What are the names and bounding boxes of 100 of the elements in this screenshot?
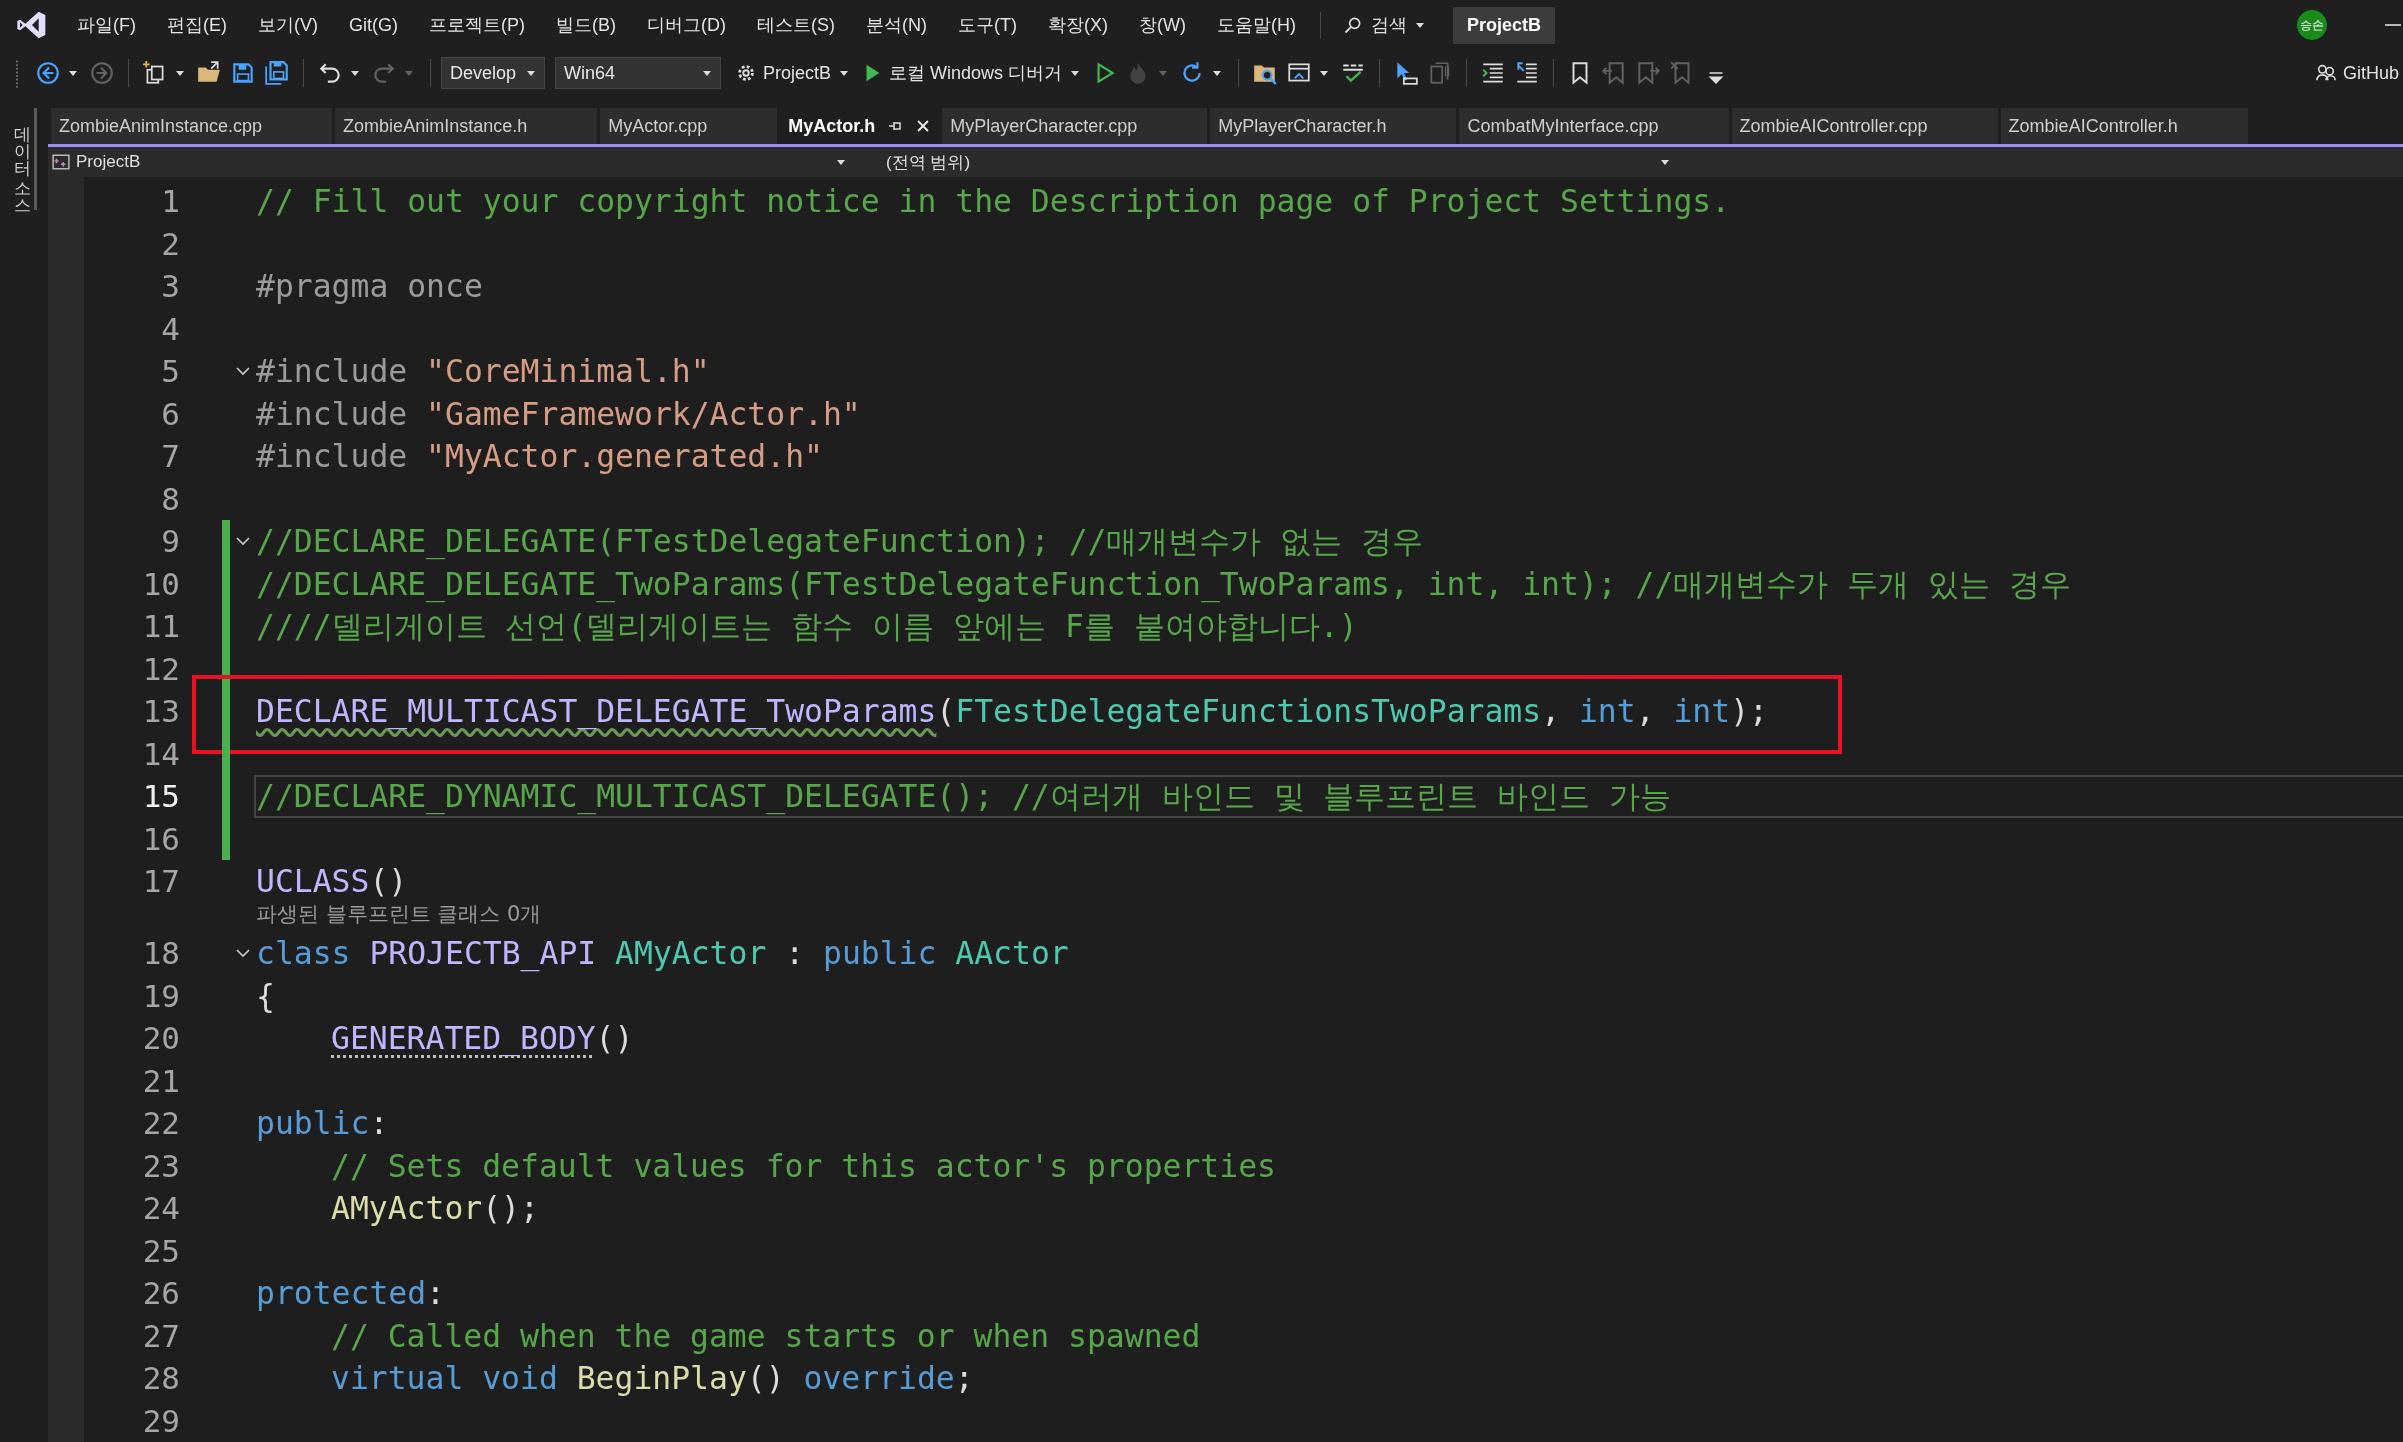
line-number: 11 bbox=[141, 607, 181, 646]
menu-item[interactable]: 파일(F) bbox=[62, 13, 152, 37]
tab-label: MyActor.cpp bbox=[608, 115, 708, 137]
tab-label: CombatMyInterface.cpp bbox=[1467, 115, 1659, 137]
line-number: 23 bbox=[141, 1146, 181, 1186]
collapse-icon[interactable] bbox=[236, 948, 250, 959]
grip-handle[interactable] bbox=[14, 58, 20, 88]
line-number: 3 bbox=[160, 267, 181, 306]
tab-label: ZombieAnimInstance.cpp bbox=[59, 115, 263, 137]
code-line: // Called when the game starts or when spawned bbox=[330, 1316, 1201, 1356]
code-line: DECLARE_MULTICAST_DELEGATE_TwoParams(FTestDelegateFunctionsTwoParams, int, int); bbox=[256, 692, 1768, 732]
collapse-icon[interactable] bbox=[236, 536, 250, 547]
file-tab[interactable]: ZombieAnimInstance.cpp bbox=[51, 108, 333, 144]
line-number: 20 bbox=[141, 1019, 181, 1058]
menu-item[interactable]: Git(G) bbox=[334, 14, 414, 36]
line-number: 10 bbox=[141, 564, 181, 604]
line-number: 28 bbox=[141, 1359, 181, 1398]
side-tab[interactable]: 데이터 소스 bbox=[11, 108, 37, 210]
file-tab[interactable]: MyPlayerCharacter.cpp bbox=[942, 108, 1208, 144]
menu-item[interactable]: 프로젝트(P) bbox=[414, 13, 541, 37]
caret-icon bbox=[1660, 157, 1670, 167]
code-line: GENERATED_BODY() bbox=[330, 1019, 634, 1059]
caret-icon bbox=[526, 68, 537, 78]
code-line: //DECLARE_DELEGATE(FTestDelegateFunction); //매개변수가 없는 경우 bbox=[256, 522, 1424, 562]
scope-name: (전역 범위) bbox=[886, 151, 971, 174]
code-line: #include "MyActor.generated.h" bbox=[256, 437, 823, 477]
startup-project-button[interactable]: ProjectB bbox=[731, 62, 836, 84]
caret-icon[interactable] bbox=[1212, 68, 1223, 78]
menu-item[interactable]: 테스트(S) bbox=[742, 13, 851, 37]
search-button[interactable]: 검색 bbox=[1334, 13, 1433, 37]
line-number: 6 bbox=[160, 394, 181, 434]
tab-label: MyActor.h bbox=[788, 115, 876, 137]
code-line: AMyActor(); bbox=[330, 1189, 539, 1229]
line-number: 18 bbox=[141, 934, 181, 973]
project-dropdown[interactable]: ProjectB bbox=[48, 147, 852, 177]
code-line: class PROJECTB_API AMyActor : public AActor bbox=[256, 934, 1069, 974]
file-tab[interactable]: ZombieAIController.h bbox=[2000, 108, 2248, 144]
account-avatar[interactable]: 승손 bbox=[2297, 10, 2327, 40]
code-line: public: bbox=[256, 1104, 389, 1144]
line-number: 1 bbox=[160, 182, 181, 221]
collapse-icon[interactable] bbox=[236, 366, 250, 377]
file-tab[interactable]: MyActor.cpp bbox=[600, 108, 778, 144]
line-number: 9 bbox=[160, 522, 181, 561]
menu-item[interactable]: 분석(N) bbox=[851, 13, 943, 37]
code-line: virtual void BeginPlay() override; bbox=[330, 1359, 974, 1399]
line-number: 21 bbox=[141, 1061, 181, 1101]
menu-item[interactable]: 확장(X) bbox=[1032, 13, 1124, 37]
line-number: 24 bbox=[141, 1189, 181, 1228]
line-number: 22 bbox=[141, 1104, 181, 1143]
caret-icon[interactable] bbox=[350, 68, 360, 78]
github-button[interactable]: GitHub bbox=[2310, 62, 2403, 84]
menu-item[interactable]: 창(W) bbox=[1123, 13, 1202, 37]
line-number: 29 bbox=[141, 1401, 181, 1441]
tab-label: ZombieAIController.h bbox=[2008, 115, 2178, 137]
file-tab[interactable]: ZombieAnimInstance.h bbox=[335, 108, 598, 144]
file-tab[interactable]: ZombieAIController.cpp bbox=[1731, 108, 1998, 144]
code-line: #include "GameFramework/Actor.h" bbox=[256, 394, 861, 434]
platform-dropdown[interactable]: Win64 bbox=[555, 57, 722, 89]
line-number: 19 bbox=[141, 976, 181, 1016]
menu-item[interactable]: 도움말(H) bbox=[1201, 13, 1312, 37]
line-number: 4 bbox=[160, 309, 181, 349]
line-number: 2 bbox=[160, 224, 181, 264]
app-logo bbox=[16, 9, 48, 41]
line-number: 14 bbox=[141, 734, 181, 774]
line-number: 5 bbox=[160, 352, 181, 391]
caret-icon[interactable] bbox=[68, 68, 78, 78]
menu-item[interactable]: 편집(E) bbox=[152, 13, 243, 37]
menu-item[interactable]: 디버그(D) bbox=[632, 13, 742, 37]
minimize-icon[interactable] bbox=[2385, 23, 2401, 27]
tab-label: ZombieAIController.cpp bbox=[1739, 115, 1928, 137]
menu-item[interactable]: 도구(T) bbox=[943, 13, 1033, 37]
caret-icon bbox=[1414, 20, 1425, 30]
menu-item[interactable]: 보기(V) bbox=[243, 13, 334, 37]
caret-icon bbox=[836, 157, 846, 167]
project-icon bbox=[52, 153, 70, 171]
file-tab[interactable]: CombatMyInterface.cpp bbox=[1459, 108, 1729, 144]
code-line: //DECLARE_DELEGATE_TwoParams(FTestDelegateFunction_TwoParams, int, int); //매개변수가 두개 있는 경우 bbox=[256, 564, 2072, 604]
line-number: 27 bbox=[141, 1316, 181, 1356]
file-tab[interactable]: MyPlayerCharacter.h bbox=[1210, 108, 1457, 144]
codelens-hint[interactable]: 파생된 블루프린트 클래스 0개 bbox=[256, 902, 542, 932]
line-number: 13 bbox=[141, 692, 181, 731]
line-number: 7 bbox=[160, 437, 181, 476]
line-number: 25 bbox=[141, 1231, 181, 1271]
project-name: ProjectB bbox=[76, 152, 141, 172]
line-number: 17 bbox=[141, 862, 181, 901]
scope-dropdown[interactable]: (전역 범위) bbox=[862, 147, 1676, 177]
code-line: #pragma once bbox=[256, 267, 483, 307]
code-line: protected: bbox=[256, 1274, 445, 1314]
code-line: { bbox=[256, 976, 275, 1016]
caret-icon[interactable] bbox=[839, 68, 850, 78]
menu-item[interactable]: 빌드(B) bbox=[541, 13, 632, 37]
caret-icon bbox=[702, 68, 713, 78]
code-line: #include "CoreMinimal.h" bbox=[256, 352, 710, 392]
caret-icon[interactable] bbox=[1319, 68, 1330, 78]
configuration-dropdown[interactable]: Develop bbox=[441, 57, 546, 89]
close-icon[interactable] bbox=[915, 118, 932, 134]
start-debugging-button[interactable]: 로컬 Windows 디버거 bbox=[857, 61, 1067, 85]
caret-icon[interactable] bbox=[175, 68, 185, 78]
code-line: ////델리게이트 선언(델리게이트는 함수 이름 앞에는 F를 붙여야합니다.) bbox=[256, 607, 1358, 647]
caret-icon[interactable] bbox=[1070, 68, 1081, 78]
